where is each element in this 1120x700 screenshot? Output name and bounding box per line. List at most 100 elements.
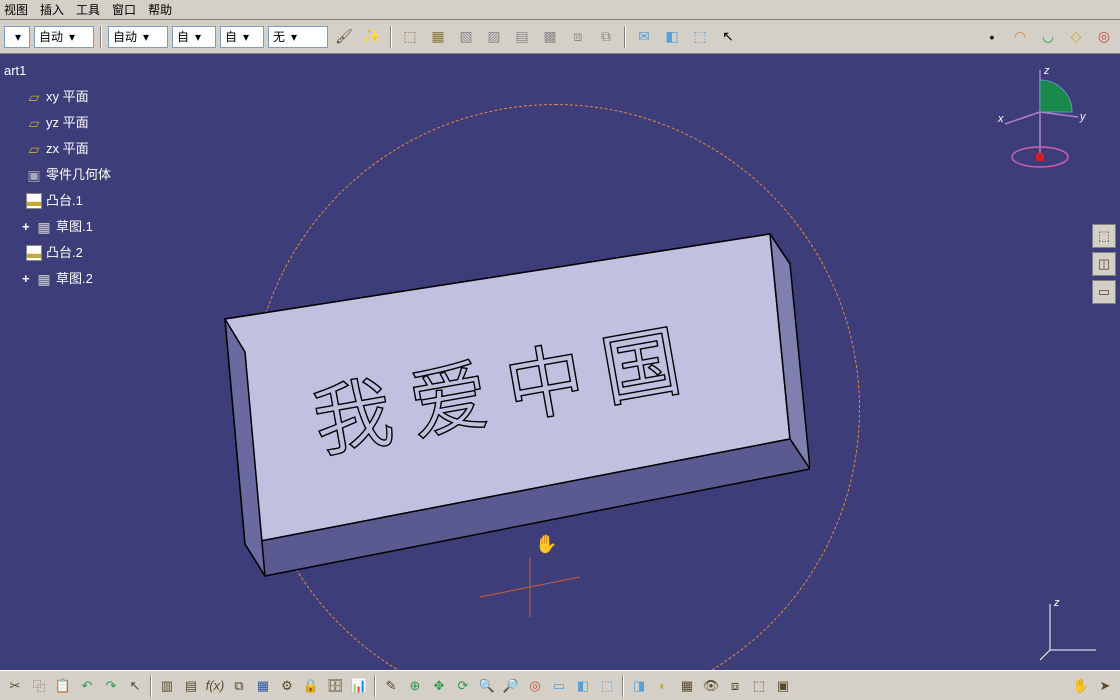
tree-sketch2[interactable]: +▦草图.2: [4, 266, 111, 292]
redo-icon[interactable]: ↷: [100, 675, 122, 697]
view3-icon[interactable]: ⬚: [596, 675, 618, 697]
dropdown-arrow-icon: ▾: [139, 30, 153, 44]
arc2-icon[interactable]: ◡: [1036, 25, 1060, 49]
body-icon: ▣: [26, 167, 42, 183]
plane-icon: ▱: [26, 115, 42, 131]
dot-icon[interactable]: •: [980, 25, 1004, 49]
combo-auto2[interactable]: 自动▾: [108, 26, 168, 48]
cut-icon[interactable]: ✂: [4, 675, 26, 697]
circle-icon[interactable]: ◎: [1092, 25, 1116, 49]
model-block[interactable]: 我 爱 中 国: [190, 224, 810, 594]
copy-icon[interactable]: ⿻: [28, 675, 50, 697]
svg-text:z: z: [1043, 65, 1050, 77]
rtool-3-icon[interactable]: ▭: [1092, 280, 1116, 304]
fx-icon[interactable]: f(x): [204, 675, 226, 697]
menu-help[interactable]: 帮助: [148, 1, 172, 18]
tool-e-icon[interactable]: ▤: [510, 25, 534, 49]
svg-text:x: x: [997, 113, 1004, 125]
undo-icon[interactable]: ↶: [76, 675, 98, 697]
tree-yz-plane[interactable]: ▱yz 平面: [4, 110, 111, 136]
combo-auto1[interactable]: 自动▾: [34, 26, 94, 48]
btx2-icon[interactable]: ▣: [772, 675, 794, 697]
tool-h-icon[interactable]: ⧉: [594, 25, 618, 49]
menu-view[interactable]: 视图: [4, 1, 28, 18]
iso-icon[interactable]: ◨: [628, 675, 650, 697]
select-icon[interactable]: ↖: [124, 675, 146, 697]
combo-auto3[interactable]: 自▾: [172, 26, 216, 48]
svg-text:z: z: [1053, 597, 1060, 609]
rotate-icon[interactable]: ⟳: [452, 675, 474, 697]
cubes-icon[interactable]: ⬚: [688, 25, 712, 49]
arc1-icon[interactable]: ◠: [1008, 25, 1032, 49]
bt7-icon[interactable]: 🗄: [324, 675, 346, 697]
brush-icon[interactable]: 🖌: [332, 25, 356, 49]
expand-icon[interactable]: +: [22, 267, 32, 291]
show-icon[interactable]: ⧈: [724, 675, 746, 697]
combo-auto4[interactable]: 自▾: [220, 26, 264, 48]
bt1-icon[interactable]: ▥: [156, 675, 178, 697]
menu-insert[interactable]: 插入: [40, 1, 64, 18]
shade-icon[interactable]: ◐: [652, 675, 674, 697]
view1-icon[interactable]: ▭: [548, 675, 570, 697]
rtool-2-icon[interactable]: ◫: [1092, 252, 1116, 276]
hide-icon[interactable]: 👁: [700, 675, 722, 697]
menu-tools[interactable]: 工具: [76, 1, 100, 18]
paste-icon[interactable]: 📋: [52, 675, 74, 697]
separator: [100, 26, 102, 48]
tool-a-icon[interactable]: ⬚: [398, 25, 422, 49]
tree-zx-plane[interactable]: ▱zx 平面: [4, 136, 111, 162]
combo-blank[interactable]: ▾: [4, 26, 30, 48]
bt5-icon[interactable]: ⚙: [276, 675, 298, 697]
menu-bar: 视图 插入 工具 窗口 帮助: [0, 0, 1120, 20]
magic-icon[interactable]: ✨: [360, 25, 384, 49]
bt8-icon[interactable]: 📊: [348, 675, 370, 697]
bt3-icon[interactable]: ⧉: [228, 675, 250, 697]
fit-icon[interactable]: ⊕: [404, 675, 426, 697]
hand-icon[interactable]: ✋: [1070, 675, 1092, 697]
tree-pad2[interactable]: ▬凸台.2: [4, 240, 111, 266]
btx1-icon[interactable]: ⬚: [748, 675, 770, 697]
top-toolbar: ▾ 自动▾ 自动▾ 自▾ 自▾ 无▾ 🖌 ✨ ⬚ ▦ ▧ ▨ ▤ ▩ ⧈ ⧉ ✉…: [0, 20, 1120, 54]
tool-b-icon[interactable]: ▦: [426, 25, 450, 49]
pad-icon: ▬: [26, 193, 42, 209]
tree-pad1[interactable]: ▬凸台.1: [4, 188, 111, 214]
separator: [150, 675, 152, 697]
bt4-icon[interactable]: ▦: [252, 675, 274, 697]
tree-root[interactable]: art1: [4, 58, 111, 84]
bt2-icon[interactable]: ▤: [180, 675, 202, 697]
view2-icon[interactable]: ◧: [572, 675, 594, 697]
arrow-icon[interactable]: ➤: [1094, 675, 1116, 697]
expand-icon[interactable]: +: [22, 215, 32, 239]
combo-none[interactable]: 无▾: [268, 26, 328, 48]
tool-d-icon[interactable]: ▨: [482, 25, 506, 49]
tree-xy-plane[interactable]: ▱xy 平面: [4, 84, 111, 110]
axis-triad: z: [1038, 592, 1108, 662]
viewport-3d[interactable]: art1 ▱xy 平面 ▱yz 平面 ▱zx 平面 ▣零件几何体 ▬凸台.1 +…: [0, 54, 1120, 670]
tree-part-body[interactable]: ▣零件几何体: [4, 162, 111, 188]
zoomin-icon[interactable]: 🔍: [476, 675, 498, 697]
cube-icon[interactable]: ◧: [660, 25, 684, 49]
normal-icon[interactable]: ◎: [524, 675, 546, 697]
dropdown-arrow-icon: ▾: [287, 30, 301, 44]
dropdown-arrow-icon: ▾: [239, 30, 253, 44]
diamond-icon[interactable]: ◇: [1064, 25, 1088, 49]
bt9-icon[interactable]: ✎: [380, 675, 402, 697]
svg-text:y: y: [1079, 111, 1087, 123]
wire-icon[interactable]: ▦: [676, 675, 698, 697]
right-toolbar: ⬚ ◫ ▭: [1090, 224, 1118, 304]
view-compass[interactable]: z x y: [990, 62, 1090, 182]
zoomout-icon[interactable]: 🔎: [500, 675, 522, 697]
rtool-1-icon[interactable]: ⬚: [1092, 224, 1116, 248]
pointer-icon[interactable]: ↖: [716, 25, 740, 49]
separator: [390, 26, 392, 48]
plane-icon: ▱: [26, 141, 42, 157]
bt6-icon[interactable]: 🔒: [300, 675, 322, 697]
tool-g-icon[interactable]: ⧈: [566, 25, 590, 49]
envelope-icon[interactable]: ✉: [632, 25, 656, 49]
tool-c-icon[interactable]: ▧: [454, 25, 478, 49]
pan-icon[interactable]: ✥: [428, 675, 450, 697]
menu-window[interactable]: 窗口: [112, 1, 136, 18]
tree-sketch1[interactable]: +▦草图.1: [4, 214, 111, 240]
dropdown-arrow-icon: ▾: [65, 30, 79, 44]
tool-f-icon[interactable]: ▩: [538, 25, 562, 49]
